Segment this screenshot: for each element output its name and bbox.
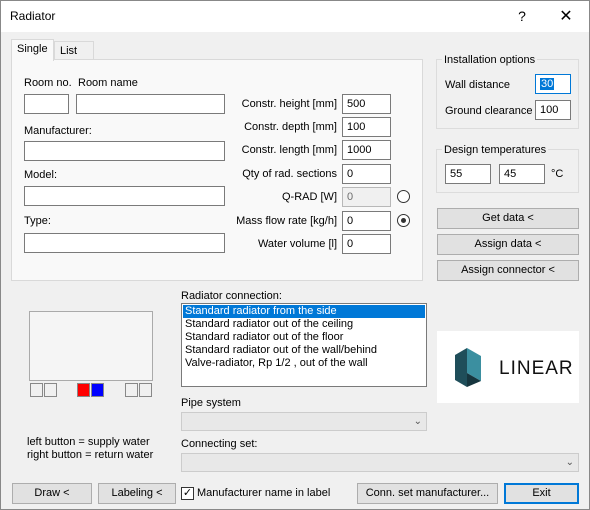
port-left-1[interactable] [30, 383, 43, 397]
tab-single[interactable]: Single [11, 39, 54, 61]
room-name-label: Room name [78, 77, 138, 89]
exit-button[interactable]: Exit [504, 483, 579, 504]
constr-height-label: Constr. height [mm] [241, 98, 337, 110]
manufacturer-input[interactable] [24, 141, 225, 161]
qrad-label: Q-RAD [W] [282, 191, 337, 203]
type-label: Type: [24, 215, 51, 227]
legend-return: right button = return water [27, 449, 154, 461]
help-button[interactable]: ? [507, 1, 537, 32]
constr-length-input[interactable]: 1000 [342, 140, 391, 160]
return-port[interactable] [91, 383, 104, 397]
pipe-system-select[interactable]: ⌄ [181, 412, 427, 431]
port-left-2[interactable] [44, 383, 57, 397]
ground-clearance-label: Ground clearance [445, 105, 533, 117]
mass-flow-radio[interactable] [397, 214, 410, 227]
supply-port[interactable] [77, 383, 90, 397]
assign-data-button[interactable]: Assign data < [437, 234, 579, 255]
pipe-system-label: Pipe system [181, 397, 241, 409]
ground-clearance-input[interactable]: 100 [535, 100, 571, 120]
chevron-down-icon: ⌄ [413, 416, 422, 427]
tab-single-label: Single [17, 43, 48, 55]
wall-distance-value: 30 [540, 78, 555, 90]
radiator-preview [29, 311, 153, 381]
get-data-button[interactable]: Get data < [437, 208, 579, 229]
close-button[interactable]: ✕ [551, 1, 581, 32]
radiator-connection-list[interactable]: Standard radiator from the side Standard… [181, 303, 427, 387]
linear-logo: LINEAR [437, 331, 579, 403]
wall-distance-label: Wall distance [445, 79, 511, 91]
list-item[interactable]: Standard radiator out of the ceiling [183, 318, 425, 331]
mass-flow-input[interactable]: 0 [342, 211, 391, 231]
legend-supply: left button = supply water [27, 436, 150, 448]
design-temperatures-title: Design temperatures [442, 144, 549, 156]
room-name-input[interactable] [76, 94, 225, 114]
title-bar: Radiator ? ✕ [1, 1, 589, 32]
mass-flow-label: Mass flow rate [kg/h] [236, 215, 337, 227]
model-label: Model: [24, 169, 58, 181]
manufacturer-name-checkbox-label: Manufacturer name in label [197, 487, 331, 499]
temp-unit-label: °C [551, 168, 564, 180]
tab-list[interactable]: List [54, 41, 94, 61]
connecting-set-select[interactable]: ⌄ [181, 453, 579, 472]
logo-text: LINEAR [499, 358, 574, 379]
wall-distance-input[interactable]: 30 [535, 74, 571, 94]
room-no-label: Room no. [24, 77, 72, 89]
supply-temp-input[interactable]: 55 [445, 164, 491, 184]
window-title: Radiator [10, 9, 56, 23]
radio-selected-dot [401, 218, 406, 223]
port-right-2[interactable] [139, 383, 152, 397]
list-item[interactable]: Standard radiator out of the floor [183, 331, 425, 344]
water-volume-label: Water volume [l] [257, 238, 337, 250]
model-input[interactable] [24, 186, 225, 206]
list-item[interactable]: Valve-radiator, Rp 1/2 , out of the wall [183, 357, 425, 370]
conn-set-manufacturer-button[interactable]: Conn. set manufacturer... [357, 483, 498, 504]
rad-sections-input[interactable]: 0 [342, 164, 391, 184]
tab-list-label: List [60, 45, 78, 57]
qrad-input: 0 [342, 187, 391, 207]
qrad-radio[interactable] [397, 190, 410, 203]
rad-sections-label: Qty of rad. sections [242, 168, 337, 180]
list-item[interactable]: Standard radiator out of the wall/behind [183, 344, 425, 357]
radiator-dialog: Radiator ? ✕ Single List Room no. Room n… [0, 0, 590, 510]
connecting-set-label: Connecting set: [181, 438, 258, 450]
water-volume-input[interactable]: 0 [342, 234, 391, 254]
type-input[interactable] [24, 233, 225, 253]
constr-depth-label: Constr. depth [mm] [244, 121, 337, 133]
installation-options-title: Installation options [442, 54, 538, 66]
constr-length-label: Constr. length [mm] [241, 144, 337, 156]
list-item[interactable]: Standard radiator from the side [183, 305, 425, 318]
return-temp-input[interactable]: 45 [499, 164, 545, 184]
room-no-input[interactable] [24, 94, 69, 114]
draw-button[interactable]: Draw < [12, 483, 92, 504]
manufacturer-name-checkbox[interactable]: ✓ [181, 487, 194, 500]
manufacturer-label: Manufacturer: [24, 125, 92, 137]
port-right-1[interactable] [125, 383, 138, 397]
chevron-down-icon: ⌄ [565, 457, 574, 468]
radiator-connection-label: Radiator connection: [181, 290, 282, 302]
constr-height-input[interactable]: 500 [342, 94, 391, 114]
labeling-button[interactable]: Labeling < [98, 483, 176, 504]
constr-depth-input[interactable]: 100 [342, 117, 391, 137]
assign-connector-button[interactable]: Assign connector < [437, 260, 579, 281]
